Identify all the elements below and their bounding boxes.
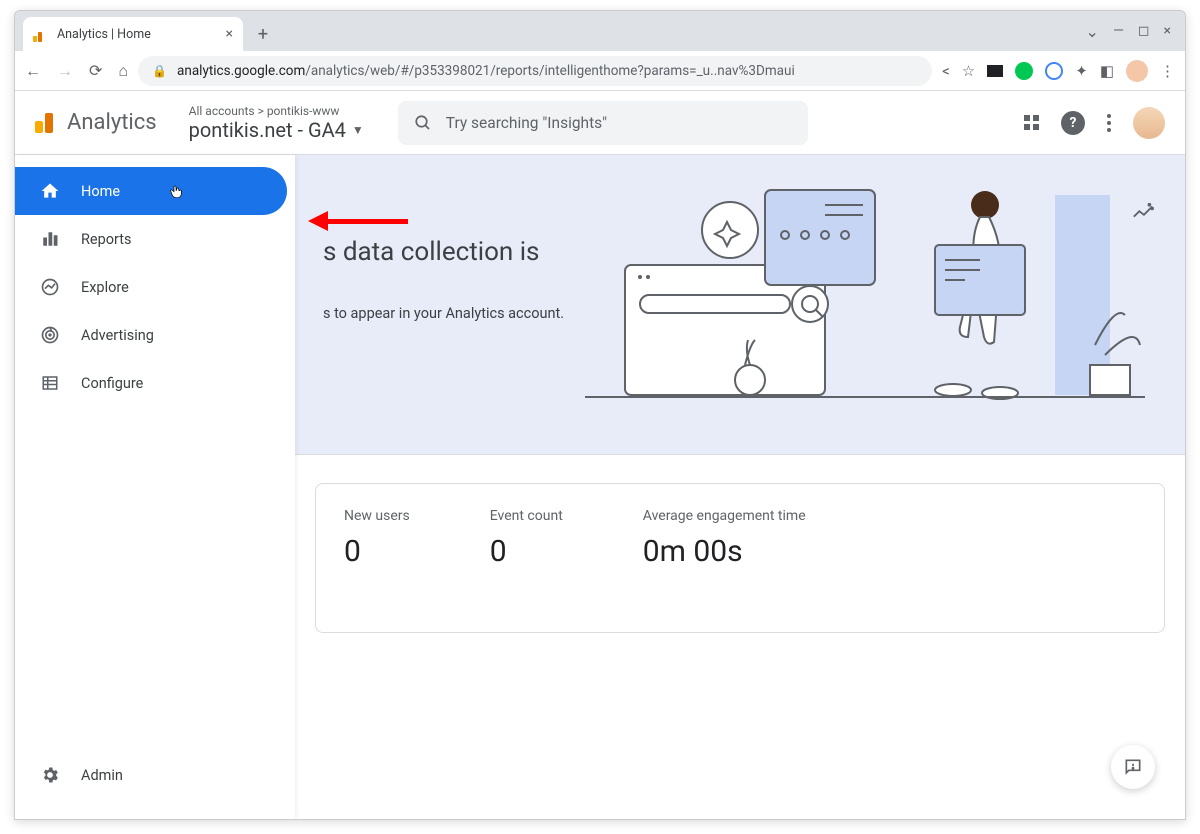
url-text: analytics.google.com/analytics/web/#/p35… bbox=[177, 63, 795, 79]
advertising-icon bbox=[39, 325, 61, 345]
metrics-card: New users 0 Event count 0 Average engage… bbox=[315, 483, 1165, 633]
address-bar[interactable]: 🔒 analytics.google.com/analytics/web/#/p… bbox=[138, 56, 932, 86]
extension-grammarly-icon[interactable] bbox=[1015, 62, 1033, 80]
account-breadcrumb: All accounts > pontikis-www bbox=[189, 104, 364, 118]
sidebar-item-label: Configure bbox=[81, 375, 143, 392]
extensions-puzzle-icon[interactable]: ✦ bbox=[1075, 62, 1088, 80]
metric-label: New users bbox=[344, 508, 410, 524]
home-nav-icon[interactable]: ⌂ bbox=[118, 61, 128, 81]
main-content: s data collection is s to appear in your… bbox=[295, 155, 1185, 819]
metric-event-count: Event count 0 bbox=[490, 508, 563, 608]
tab-search-icon[interactable]: ⌄ bbox=[1086, 22, 1099, 41]
tab-title: Analytics | Home bbox=[57, 27, 151, 42]
sidebar-item-admin[interactable]: Admin bbox=[15, 751, 287, 799]
app-body: Home Reports Explore bbox=[15, 155, 1185, 819]
configure-icon bbox=[39, 374, 61, 392]
sidebar-item-explore[interactable]: Explore bbox=[15, 263, 287, 311]
share-icon[interactable]: < bbox=[942, 62, 950, 80]
reload-icon[interactable]: ⟳ bbox=[89, 61, 102, 81]
tab-close-icon[interactable]: × bbox=[226, 26, 233, 42]
metric-value: 0 bbox=[344, 534, 410, 569]
metric-engagement-time: Average engagement time 0m 00s bbox=[643, 508, 806, 608]
app-header: Analytics All accounts > pontikis-www po… bbox=[15, 91, 1185, 155]
window-controls: ⌄ — ◻ × bbox=[1086, 11, 1185, 51]
sidebar-item-label: Admin bbox=[81, 767, 123, 784]
extension-location-icon[interactable] bbox=[1045, 62, 1063, 80]
metric-value: 0m 00s bbox=[643, 534, 806, 569]
sidebar-item-advertising[interactable]: Advertising bbox=[15, 311, 287, 359]
apps-grid-icon[interactable] bbox=[1024, 115, 1039, 130]
search-input[interactable]: Try searching "Insights" bbox=[398, 101, 808, 145]
sidepanel-icon[interactable]: ◧ bbox=[1100, 62, 1114, 80]
help-icon[interactable]: ? bbox=[1061, 111, 1085, 135]
new-tab-button[interactable]: + bbox=[249, 20, 277, 48]
tab-strip: Analytics | Home × + ⌄ — ◻ × bbox=[15, 11, 1185, 51]
sidebar-item-label: Explore bbox=[81, 279, 129, 296]
forward-icon[interactable]: → bbox=[57, 61, 73, 81]
sidebar-item-label: Home bbox=[81, 183, 120, 200]
gear-icon bbox=[39, 765, 61, 785]
cursor-hand-icon bbox=[168, 182, 184, 200]
home-icon bbox=[39, 181, 61, 201]
more-vert-icon[interactable] bbox=[1107, 114, 1111, 132]
browser-toolbar: ← → ⟳ ⌂ 🔒 analytics.google.com/analytics… bbox=[15, 51, 1185, 91]
chrome-menu-icon[interactable]: ⋮ bbox=[1160, 62, 1175, 80]
minimize-icon[interactable]: — bbox=[1113, 23, 1124, 39]
search-placeholder: Try searching "Insights" bbox=[446, 114, 607, 132]
close-window-icon[interactable]: × bbox=[1164, 23, 1171, 39]
account-selector[interactable]: All accounts > pontikis-www pontikis.net… bbox=[189, 104, 364, 142]
lock-icon: 🔒 bbox=[152, 64, 167, 78]
metric-label: Average engagement time bbox=[643, 508, 806, 524]
toolbar-actions: < ☆ ✦ ◧ ⋮ bbox=[942, 60, 1175, 82]
back-icon[interactable]: ← bbox=[25, 61, 41, 81]
annotation-arrow bbox=[308, 211, 408, 231]
hero-illustration bbox=[585, 185, 1145, 425]
sidebar-item-home[interactable]: Home bbox=[15, 167, 287, 215]
sidebar-item-label: Advertising bbox=[81, 327, 154, 344]
browser-window: Analytics | Home × + ⌄ — ◻ × ← → ⟳ ⌂ 🔒 a… bbox=[14, 10, 1186, 820]
favicon-analytics-icon bbox=[33, 26, 49, 42]
maximize-icon[interactable]: ◻ bbox=[1138, 23, 1150, 39]
reports-icon bbox=[39, 230, 61, 248]
search-icon bbox=[414, 114, 432, 132]
analytics-logo-icon bbox=[35, 113, 53, 133]
hero-banner: s data collection is s to appear in your… bbox=[295, 155, 1185, 455]
user-avatar[interactable] bbox=[1133, 107, 1165, 139]
metric-value: 0 bbox=[490, 534, 563, 569]
property-name: pontikis.net - GA4 ▼ bbox=[189, 118, 364, 142]
sidebar-item-label: Reports bbox=[81, 231, 132, 248]
sidebar-item-reports[interactable]: Reports bbox=[15, 215, 287, 263]
product-name: Analytics bbox=[67, 110, 157, 135]
bookmark-icon[interactable]: ☆ bbox=[962, 62, 975, 80]
metric-new-users: New users 0 bbox=[344, 508, 410, 608]
extension-1-icon[interactable] bbox=[987, 65, 1003, 77]
profile-avatar-small[interactable] bbox=[1126, 60, 1148, 82]
sidebar-item-configure[interactable]: Configure bbox=[15, 359, 287, 407]
feedback-button[interactable] bbox=[1111, 745, 1155, 789]
explore-icon bbox=[39, 277, 61, 297]
browser-tab[interactable]: Analytics | Home × bbox=[23, 17, 243, 51]
metric-label: Event count bbox=[490, 508, 563, 524]
sidebar: Home Reports Explore bbox=[15, 155, 295, 819]
chevron-down-icon: ▼ bbox=[352, 123, 364, 137]
